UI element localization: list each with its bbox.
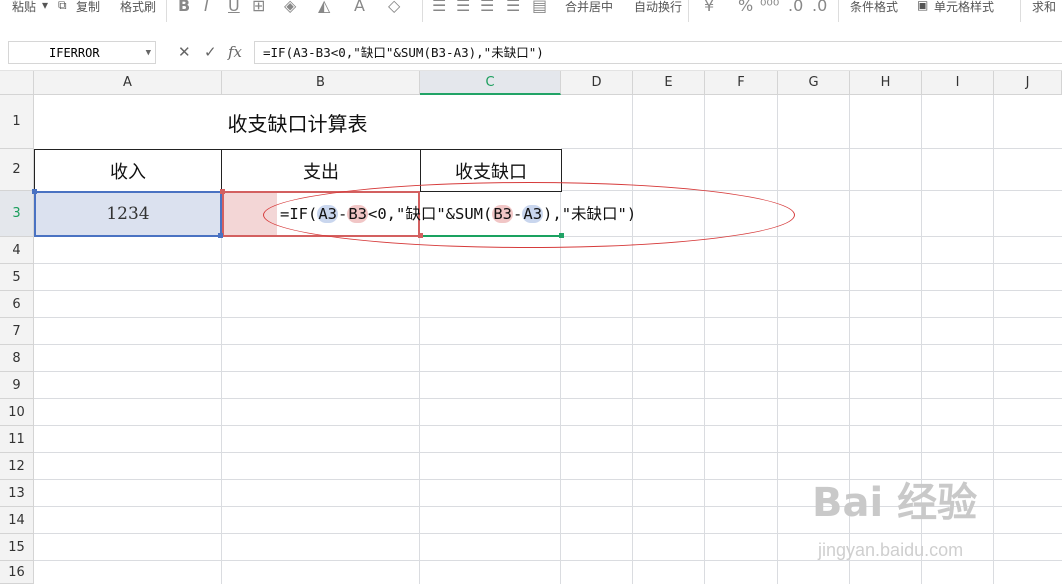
- highlight-icon[interactable]: ◭: [318, 0, 330, 15]
- row-header-11[interactable]: 11: [0, 426, 34, 453]
- row-header-2[interactable]: 2: [0, 149, 34, 191]
- select-all-corner[interactable]: [0, 71, 34, 95]
- eraser-icon[interactable]: ◇: [388, 0, 400, 15]
- column-header-f[interactable]: F: [705, 71, 778, 95]
- row-header-7[interactable]: 7: [0, 318, 34, 345]
- row-header-10[interactable]: 10: [0, 399, 34, 426]
- column-header-a[interactable]: A: [34, 71, 222, 95]
- align-right-icon[interactable]: ☰: [480, 0, 494, 15]
- chevron-down-icon[interactable]: ▼: [146, 42, 151, 65]
- distribute-icon[interactable]: ▤: [532, 0, 547, 15]
- align-left-icon[interactable]: ☰: [432, 0, 446, 15]
- copy-button[interactable]: 复制: [76, 0, 100, 15]
- cell-style-button[interactable]: 单元格样式: [934, 0, 994, 15]
- row-header-14[interactable]: 14: [0, 507, 34, 534]
- toolbar-divider: [1020, 0, 1021, 22]
- thousands-icon[interactable]: ⁰⁰⁰: [760, 0, 779, 15]
- confirm-icon[interactable]: ✓: [204, 43, 217, 61]
- font-color-icon[interactable]: A: [354, 0, 365, 15]
- watermark-url: jingyan.baidu.com: [818, 540, 964, 560]
- watermark-logo: Bai 经验: [812, 480, 978, 526]
- toolbar-divider: [166, 0, 167, 22]
- copy-icon: ⧉: [58, 0, 67, 12]
- row-header-5[interactable]: 5: [0, 264, 34, 291]
- fill-color-icon[interactable]: ◈: [284, 0, 296, 15]
- toolbar-divider: [838, 0, 839, 22]
- toolbar-divider: [688, 0, 689, 22]
- formula-input[interactable]: =IF(A3-B3<0,"缺口"&SUM(B3-A3),"未缺口"): [254, 41, 1062, 64]
- row-header-15[interactable]: 15: [0, 534, 34, 561]
- justify-icon[interactable]: ☰: [506, 0, 520, 15]
- row-header-8[interactable]: 8: [0, 345, 34, 372]
- increase-decimal-icon[interactable]: .0: [788, 0, 803, 15]
- bold-icon[interactable]: B: [178, 0, 190, 15]
- row-header-6[interactable]: 6: [0, 291, 34, 318]
- column-header-e[interactable]: E: [633, 71, 705, 95]
- row-header-4[interactable]: 4: [0, 237, 34, 264]
- border-icon[interactable]: ⊞: [252, 0, 265, 15]
- column-header-h[interactable]: H: [850, 71, 922, 95]
- ref-handle[interactable]: [218, 233, 223, 238]
- row-header-3[interactable]: 3: [0, 191, 34, 237]
- formula-bar: IFERROR ▼ ✕ ✓ fx =IF(A3-B3<0,"缺口"&SUM(B3…: [0, 36, 1062, 71]
- sum-button[interactable]: 求和: [1032, 0, 1056, 15]
- paste-button[interactable]: 粘贴: [12, 0, 36, 15]
- fx-icon[interactable]: fx: [228, 43, 242, 61]
- ref-handle[interactable]: [32, 189, 37, 194]
- annotation-ellipse: [263, 182, 795, 248]
- percent-icon[interactable]: %: [738, 0, 753, 15]
- cell-a3[interactable]: 1234: [34, 191, 222, 237]
- decrease-decimal-icon[interactable]: .0: [812, 0, 827, 15]
- column-header-g[interactable]: G: [778, 71, 850, 95]
- toolbar-divider: [422, 0, 423, 22]
- cell-style-icon: ▣: [917, 0, 929, 12]
- italic-icon[interactable]: I: [204, 0, 209, 15]
- underline-icon[interactable]: U: [228, 0, 240, 15]
- sheet-title[interactable]: 收支缺口计算表: [34, 95, 561, 149]
- row-header-13[interactable]: 13: [0, 480, 34, 507]
- row-header-1[interactable]: 1: [0, 95, 34, 149]
- ribbon-toolbar: 粘贴 ▾ ⧉ 复制 格式刷 B I U ⊞ ◈ ◭ A ◇ ☰ ☰ ☰ ☰ ▤ …: [0, 0, 1062, 36]
- ref-handle[interactable]: [220, 189, 225, 194]
- name-box-value: IFERROR: [49, 46, 100, 60]
- column-header-b[interactable]: B: [222, 71, 420, 95]
- format-painter-button[interactable]: 格式刷: [120, 0, 156, 15]
- name-box[interactable]: IFERROR ▼: [8, 41, 156, 64]
- column-header-d[interactable]: D: [561, 71, 633, 95]
- row-header-12[interactable]: 12: [0, 453, 34, 480]
- cell-b2[interactable]: 支出: [221, 149, 421, 192]
- column-header-j[interactable]: J: [994, 71, 1062, 95]
- conditional-format-button[interactable]: 条件格式: [850, 0, 898, 15]
- row-header-16[interactable]: 16: [0, 561, 34, 584]
- cell-a2[interactable]: 收入: [34, 149, 222, 192]
- paste-dropdown-icon[interactable]: ▾: [42, 0, 48, 12]
- currency-icon[interactable]: ¥: [704, 0, 714, 15]
- wrap-text-button[interactable]: 自动换行: [634, 0, 682, 15]
- merge-center-button[interactable]: 合并居中: [565, 0, 613, 15]
- column-header-c[interactable]: C: [420, 71, 561, 95]
- align-center-icon[interactable]: ☰: [456, 0, 470, 15]
- row-header-9[interactable]: 9: [0, 372, 34, 399]
- cancel-icon[interactable]: ✕: [178, 43, 191, 61]
- column-header-i[interactable]: I: [922, 71, 994, 95]
